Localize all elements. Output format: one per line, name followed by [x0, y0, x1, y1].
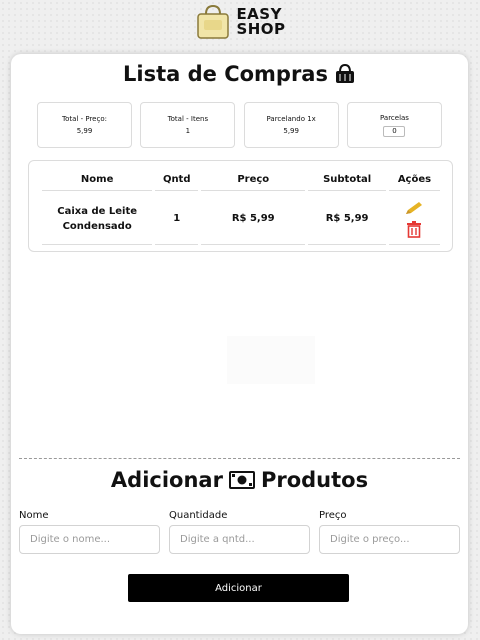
- trash-icon[interactable]: [406, 220, 422, 238]
- pencil-icon[interactable]: [404, 200, 424, 216]
- item-name-line-2: Condensado: [62, 220, 132, 232]
- installment-value: 5,99: [283, 127, 299, 135]
- list-title: Lista de Compras: [11, 62, 468, 86]
- parcelas-input[interactable]: 0: [383, 125, 406, 137]
- name-input[interactable]: [19, 525, 160, 554]
- installment-label: Parcelando 1x: [266, 115, 316, 123]
- section-divider: [19, 458, 460, 459]
- basket-icon: [335, 64, 354, 83]
- item-name-line-1: Caixa de Leite: [57, 205, 138, 217]
- main-card: Lista de Compras Total - Preço: 5,99 Tot…: [11, 54, 468, 634]
- table-row: Caixa de Leite Condensado 1 R$ 5,99 R$ 5…: [42, 193, 440, 245]
- shopping-table: Nome Qntd Preço Subtotal Ações Caixa de …: [39, 167, 443, 247]
- total-items-box: Total - Itens 1: [140, 102, 236, 148]
- shopping-table-container: Nome Qntd Preço Subtotal Ações Caixa de …: [28, 160, 453, 252]
- empty-placeholder-area: [227, 336, 315, 384]
- list-title-text: Lista de Compras: [123, 62, 328, 86]
- item-price-cell: R$ 5,99: [201, 193, 306, 245]
- quantity-label: Quantidade: [169, 510, 228, 521]
- table-header-row: Nome Qntd Preço Subtotal Ações: [42, 169, 440, 191]
- add-product-button[interactable]: Adicionar: [128, 574, 349, 602]
- app-header: EASY SHOP: [0, 0, 480, 44]
- summary-row: Total - Preço: 5,99 Total - Itens 1 Parc…: [37, 102, 442, 148]
- quantity-input[interactable]: [169, 525, 310, 554]
- total-price-box: Total - Preço: 5,99: [37, 102, 132, 148]
- total-price-label: Total - Preço:: [62, 115, 107, 123]
- add-title-left: Adicionar: [110, 468, 223, 492]
- cash-icon: [228, 471, 255, 489]
- name-label: Nome: [19, 510, 49, 521]
- logo-text: EASY SHOP: [236, 7, 285, 37]
- parcelas-box: Parcelas 0: [346, 102, 442, 148]
- shopping-bag-icon: [197, 4, 230, 39]
- price-input[interactable]: [319, 525, 460, 554]
- add-products-title: Adicionar Produtos: [11, 468, 468, 492]
- total-price-value: 5,99: [76, 127, 93, 135]
- item-qty-cell: 1: [155, 193, 199, 245]
- installment-box: Parcelando 1x 5,99: [243, 102, 339, 148]
- total-items-label: Total - Itens: [167, 115, 209, 123]
- column-header-subtotal: Subtotal: [308, 169, 386, 191]
- parcelas-label: Parcelas: [380, 113, 409, 122]
- logo-line-2: SHOP: [236, 20, 286, 38]
- column-header-name: Nome: [42, 169, 153, 191]
- total-items-value: 1: [185, 127, 191, 135]
- add-title-right: Produtos: [260, 468, 369, 492]
- column-header-price: Preço: [201, 169, 306, 191]
- price-label: Preço: [319, 510, 347, 521]
- item-actions-cell: [388, 193, 440, 245]
- column-header-qty: Qntd: [155, 169, 199, 191]
- item-subtotal-cell: R$ 5,99: [308, 193, 386, 245]
- item-name-cell: Caixa de Leite Condensado: [42, 193, 153, 245]
- column-header-actions: Ações: [388, 169, 440, 191]
